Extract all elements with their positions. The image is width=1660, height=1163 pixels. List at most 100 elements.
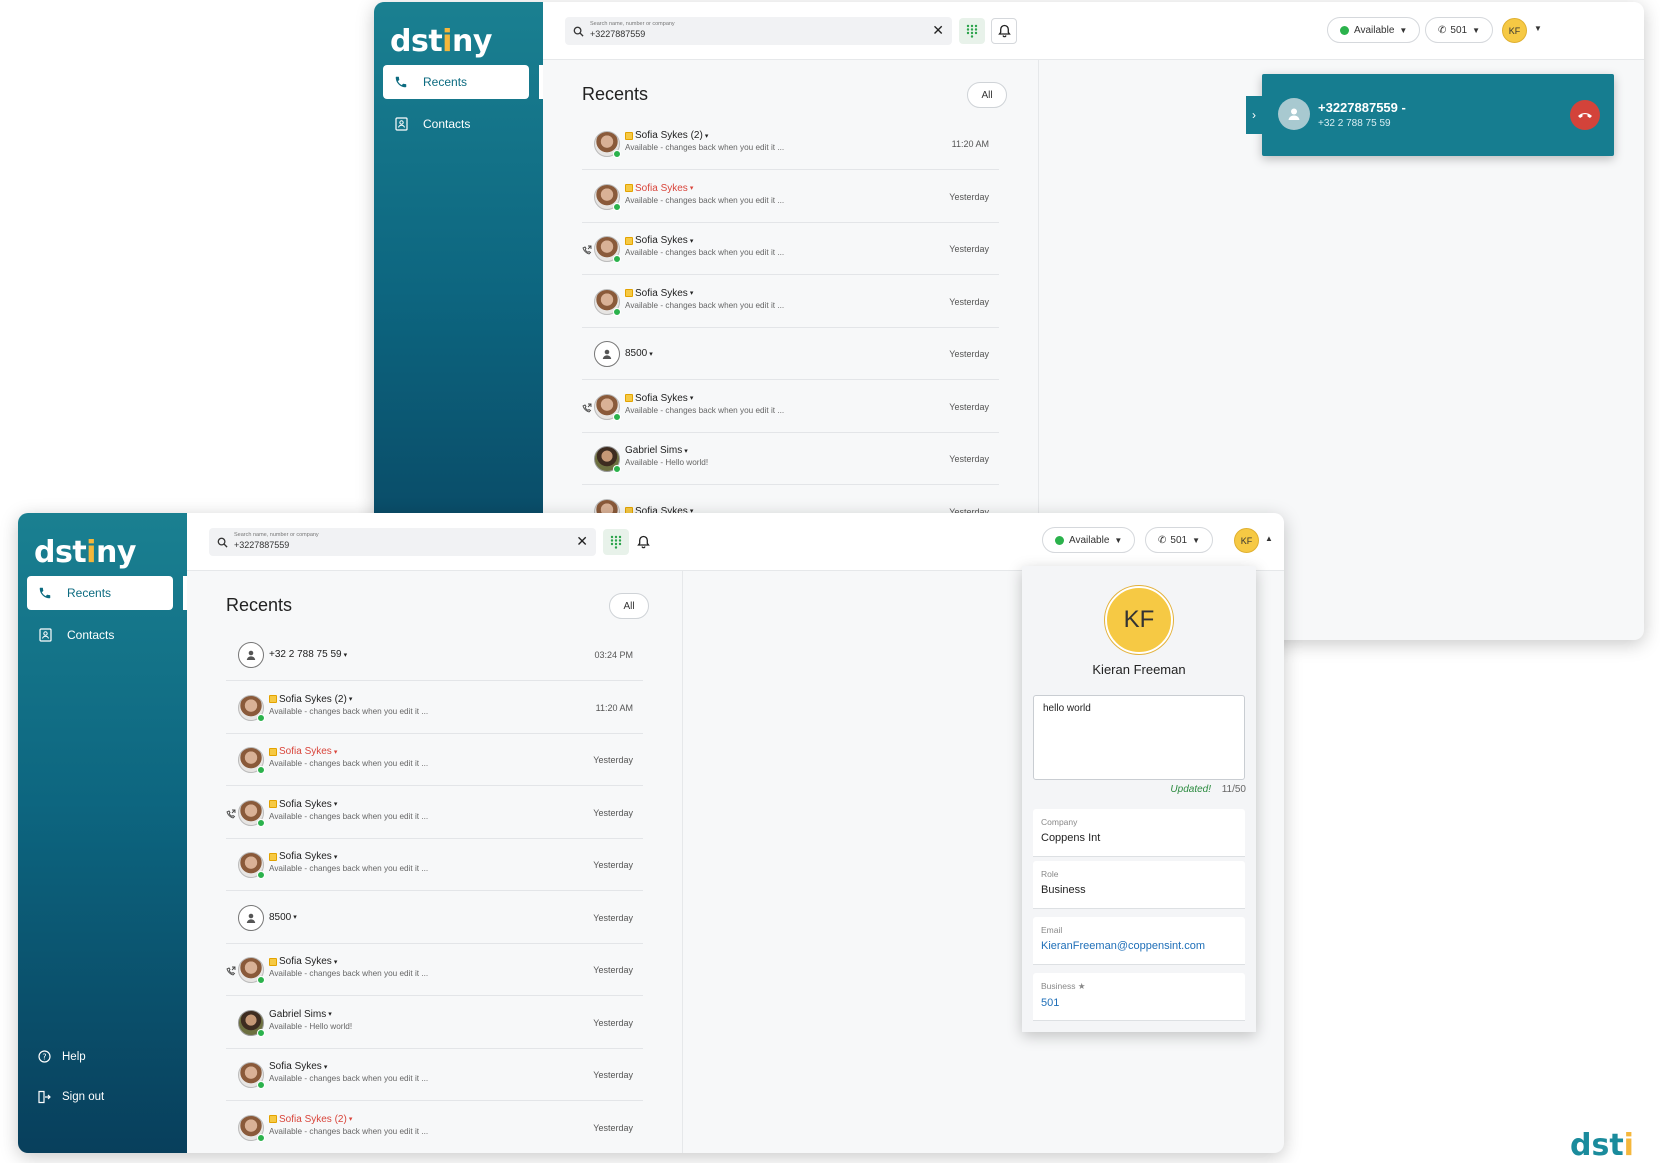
recents-row[interactable]: 8500 ▾ Yesterday [226, 892, 643, 944]
collapse-call-button[interactable]: › [1246, 96, 1262, 134]
recents-row[interactable]: +32 2 788 75 59 ▾ 03:24 PM [226, 629, 643, 681]
chevron-down-icon[interactable]: ▾ [349, 1115, 353, 1123]
search-value[interactable]: +3227887559 [590, 29, 645, 39]
chevron-down-icon[interactable]: ▾ [293, 913, 297, 921]
presence-dot [613, 465, 621, 473]
recents-row[interactable]: Sofia Sykes (2) ▾ Available - changes back… [582, 118, 999, 170]
sign-out-link[interactable]: Sign out [36, 1090, 104, 1104]
page-title: Recents [226, 595, 293, 615]
notifications-button[interactable] [991, 18, 1017, 44]
contact-name-line: Sofia Sykes ▾ [625, 288, 693, 299]
hang-up-button[interactable] [1570, 100, 1600, 130]
business-number-link[interactable]: 501 [1041, 997, 1237, 1009]
presence-dot [613, 307, 621, 316]
clear-search-icon[interactable]: ✕ [576, 533, 588, 550]
recents-row[interactable]: Sofia Sykes ▾ Available - changes back whe… [226, 839, 643, 891]
contact-name-line: Sofia Sykes ▾ [269, 956, 337, 967]
presence-dot [257, 713, 265, 722]
sidebar-item-recents[interactable]: Recents [27, 576, 173, 610]
dialpad-button[interactable] [959, 18, 985, 44]
chevron-down-icon[interactable]: ▾ [324, 1063, 328, 1071]
recents-row[interactable]: Sofia Sykes ▾ Available - changes back whe… [582, 171, 999, 223]
contact-card-icon [393, 116, 409, 132]
recents-row[interactable]: Sofia Sykes ▾ Available - changes back whe… [226, 787, 643, 839]
chevron-down-icon[interactable]: ▾ [334, 958, 338, 966]
contact-status-text: Available - changes back when you edit i… [269, 811, 429, 821]
clear-search-icon[interactable]: ✕ [932, 22, 944, 39]
role-field: Role Business [1033, 861, 1245, 909]
user-menu-caret-icon[interactable]: ▼ [1534, 24, 1542, 33]
favorite-star-icon [269, 695, 277, 703]
call-time: Yesterday [949, 191, 989, 202]
favorite-star-icon [269, 852, 277, 861]
dialpad-icon [610, 535, 622, 549]
chevron-down-icon[interactable]: ▾ [690, 289, 694, 297]
status-selector[interactable]: Available ▼ [1327, 17, 1421, 43]
sidebar-item-contacts[interactable]: Contacts [27, 618, 173, 652]
chevron-down-icon[interactable]: ▾ [334, 800, 338, 808]
recents-row[interactable]: Sofia Sykes ▾ Available - changes back whe… [582, 381, 999, 433]
search-input[interactable]: Search name, number or company +32278875… [209, 528, 596, 556]
sidebar-item-recents[interactable]: Recents [383, 65, 529, 99]
chevron-down-icon[interactable]: ▾ [690, 184, 694, 192]
call-time: Yesterday [593, 965, 633, 975]
status-message-input[interactable]: hello world [1033, 695, 1245, 780]
recents-row[interactable]: Gabriel Sims ▾ Available - Hello world! Yes… [582, 433, 999, 485]
favorite-star-icon [269, 957, 277, 966]
search-value[interactable]: +3227887559 [234, 540, 289, 550]
presence-dot [613, 202, 621, 211]
chevron-down-icon[interactable]: ▾ [349, 695, 353, 703]
filter-all-button[interactable]: All [609, 593, 649, 619]
favorite-star-icon [625, 289, 633, 297]
chevron-down-icon[interactable]: ▾ [684, 447, 688, 455]
contact-status-text: Available - changes back when you edit i… [269, 864, 429, 873]
call-time: Yesterday [593, 755, 633, 765]
chevron-down-icon[interactable]: ▾ [334, 853, 338, 861]
recents-row[interactable]: 8500 ▾ Yesterday [582, 328, 999, 380]
sidebar-item-contacts[interactable]: Contacts [383, 107, 529, 141]
status-selector[interactable]: Available ▼ [1042, 527, 1136, 553]
field-value: Coppens Int [1041, 832, 1101, 844]
user-avatar[interactable]: KF [1234, 528, 1259, 553]
recents-row[interactable]: Sofia Sykes ▾ Available - changes back whe… [226, 944, 643, 996]
line-selector[interactable]: ✆ 501 ▼ [1425, 17, 1493, 43]
line-label: 501 [1170, 534, 1188, 546]
chevron-down-icon[interactable]: ▾ [334, 748, 338, 756]
recents-row[interactable]: Sofia Sykes (2) ▾ Available - changes back… [226, 682, 643, 734]
chevron-down-icon[interactable]: ▾ [328, 1010, 332, 1018]
recents-row[interactable]: Sofia Sykes (2) ▾ Available - changes back… [226, 1102, 643, 1153]
status-label: Available [1069, 534, 1110, 546]
filter-all-button[interactable]: All [967, 82, 1007, 108]
call-time: Yesterday [593, 1070, 633, 1080]
chevron-down-icon[interactable]: ▾ [344, 651, 348, 659]
user-avatar[interactable]: KF [1502, 18, 1527, 43]
contact-name: Sofia Sykes [279, 956, 332, 967]
business-number-field: Business ★ 501 [1033, 973, 1245, 1021]
presence-dot [257, 818, 265, 827]
chevron-down-icon[interactable]: ▾ [690, 394, 694, 402]
corner-dstny-logo: dsti [1570, 1128, 1634, 1163]
help-link[interactable]: ? Help [36, 1050, 86, 1063]
top-bar: Search name, number or company +32278875… [543, 2, 1644, 60]
presence-dot [613, 412, 621, 421]
dialpad-button[interactable] [603, 529, 629, 555]
user-menu-caret-up-icon[interactable]: ▲ [1265, 534, 1273, 543]
email-link[interactable]: KieranFreeman@coppensint.com [1041, 940, 1237, 952]
contact-status-text: Available - changes back when you edit i… [625, 195, 785, 205]
recents-row[interactable]: Sofia Sykes ▾ Available - changes back whe… [582, 223, 999, 275]
company-field: Company Coppens Int [1033, 809, 1245, 857]
notifications-button[interactable] [630, 529, 656, 555]
recents-row[interactable]: Sofia Sykes ▾ Available - changes back whe… [582, 276, 999, 328]
phone-icon [393, 74, 409, 90]
contact-name: Sofia Sykes [635, 392, 688, 404]
presence-dot [257, 1028, 265, 1037]
search-input[interactable]: Search name, number or company +32278875… [565, 17, 952, 45]
recents-row[interactable]: Sofia Sykes ▾ Available - changes back whe… [226, 734, 643, 786]
call-time: Yesterday [593, 1122, 633, 1133]
recents-row[interactable]: Sofia Sykes ▾ Available - changes back whe… [226, 1049, 643, 1101]
recents-row[interactable]: Gabriel Sims ▾ Available - Hello world! Yes… [226, 997, 643, 1049]
chevron-down-icon[interactable]: ▾ [690, 237, 694, 245]
chevron-down-icon[interactable]: ▾ [649, 350, 653, 358]
line-selector[interactable]: ✆ 501 ▼ [1145, 527, 1213, 553]
chevron-down-icon[interactable]: ▾ [705, 132, 709, 140]
